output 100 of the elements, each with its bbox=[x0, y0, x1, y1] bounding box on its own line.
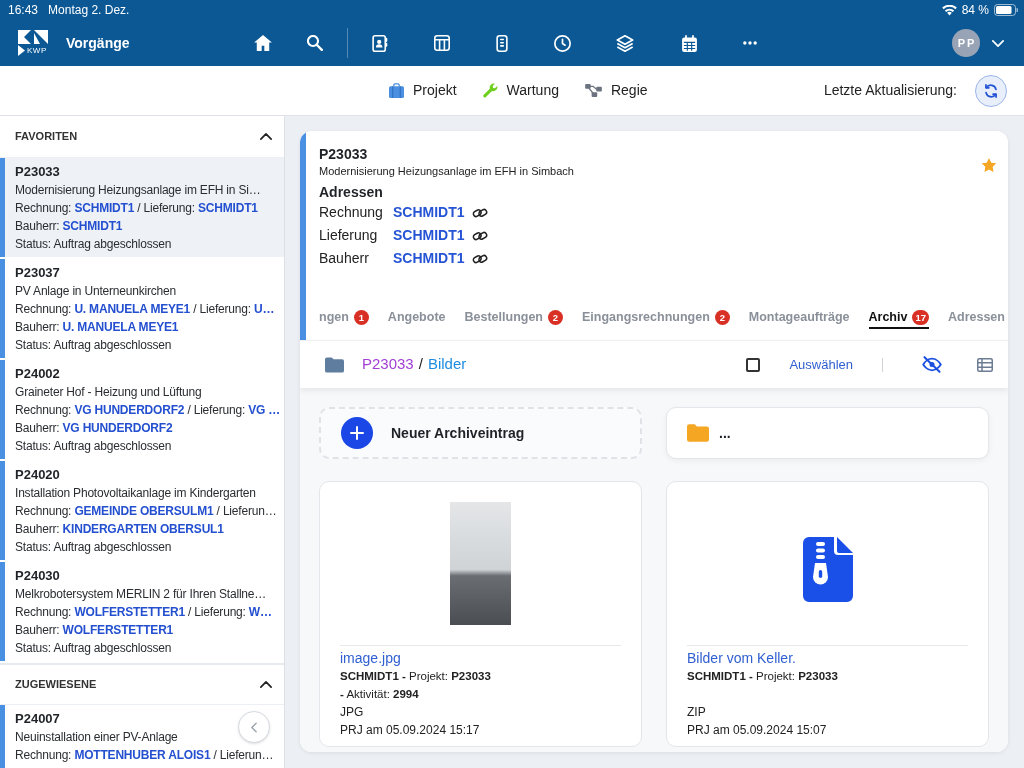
status-date: Montag 2. Dez. bbox=[48, 2, 130, 19]
tab[interactable]: Adressen bbox=[948, 308, 1005, 329]
new-entry-button[interactable]: Neuer Archiveintrag bbox=[319, 407, 642, 459]
project-title: Modernisierung Heizungsanlage im EFH in Si… bbox=[15, 182, 261, 199]
wrench-icon bbox=[482, 83, 498, 98]
nav-title: Vorgänge bbox=[66, 33, 130, 53]
list-view-icon[interactable] bbox=[977, 357, 993, 372]
file-name-link[interactable]: image.jpg bbox=[340, 649, 401, 667]
count-badge: 17 bbox=[912, 309, 929, 325]
refresh-button[interactable] bbox=[975, 74, 1007, 107]
wifi-icon bbox=[941, 4, 957, 16]
count-badge: 1 bbox=[353, 309, 369, 325]
file-type: JPG bbox=[340, 704, 364, 721]
count-badge: 2 bbox=[548, 309, 563, 325]
address-link[interactable]: SCHMIDT1 bbox=[393, 225, 465, 246]
eye-slash-icon[interactable] bbox=[922, 356, 942, 373]
refresh-icon bbox=[984, 83, 998, 98]
tab[interactable]: Eingangsrechnungen 2 bbox=[582, 308, 730, 329]
breadcrumb-separator: / bbox=[418, 354, 423, 375]
billing-line: Rechnung: SCHMIDT1 / Lieferung: SCHMIDT1 bbox=[15, 200, 258, 217]
project-number: P24007 bbox=[15, 710, 60, 728]
billing-line: Rechnung: GEMEINDE OBERSULM1 / Lieferun… bbox=[15, 503, 277, 520]
tab[interactable]: Montageaufträge bbox=[748, 308, 850, 329]
chain-link-icon[interactable] bbox=[471, 252, 488, 265]
address-link[interactable]: SCHMIDT1 bbox=[393, 202, 465, 223]
logo-icon bbox=[18, 30, 48, 44]
layers-icon[interactable] bbox=[615, 34, 634, 52]
owner-line: Bauherr: U. MANUELA MEYE1 bbox=[15, 319, 179, 336]
project-number: P24002 bbox=[15, 365, 60, 383]
star-filled-icon[interactable] bbox=[981, 157, 997, 173]
project-number: P24030 bbox=[15, 567, 60, 585]
project-title: Modernisierung Heizungsanlage im EFH in Simbach bbox=[319, 164, 574, 179]
search-icon[interactable] bbox=[306, 35, 323, 51]
address-link[interactable]: SCHMIDT1 bbox=[393, 248, 465, 269]
project-number: P23033 bbox=[15, 163, 60, 181]
table-columns-icon[interactable] bbox=[433, 35, 450, 51]
owner-line: Bauherr: VG HUNDERDORF2 bbox=[15, 420, 173, 437]
billing-line: Rechnung: VG HUNDERDORF2 / Lieferung: VG … bbox=[15, 402, 281, 419]
file-meta-line: SCHMIDT1 - Projekt: P23033 bbox=[687, 669, 838, 684]
address-label: Rechnung bbox=[319, 203, 384, 222]
calendar-icon[interactable] bbox=[681, 34, 697, 52]
breadcrumb-link[interactable]: P23033 bbox=[362, 353, 414, 376]
mobile-device-icon[interactable] bbox=[495, 34, 508, 52]
logo-triangle-icon bbox=[18, 45, 25, 56]
select-checkbox[interactable] bbox=[746, 357, 761, 372]
tab[interactable]: Archiv 17 bbox=[868, 308, 929, 329]
file-meta-line: SCHMIDT1 - Projekt: P23033 bbox=[340, 669, 491, 684]
chain-link-icon[interactable] bbox=[471, 206, 488, 219]
tab[interactable]: ngen 1 bbox=[319, 308, 369, 329]
file-card[interactable]: Bilder vom Keller. SCHMIDT1 - Projekt: P23033 ZIP PRJ am 05.09.2024 15:07 bbox=[666, 481, 989, 747]
tab[interactable]: Bestellungen 2 bbox=[464, 308, 563, 329]
file-created: PRJ am 05.09.2024 15:07 bbox=[687, 722, 827, 739]
billing-line: Rechnung: WOLFERSTETTER1 / Lieferung: W… bbox=[15, 604, 272, 621]
count-badge: 2 bbox=[714, 309, 730, 325]
tab[interactable]: Angebote bbox=[387, 308, 446, 329]
category-button[interactable]: Regie bbox=[584, 80, 648, 101]
file-meta-line: - Aktivität: 2994 bbox=[340, 687, 419, 702]
category-button[interactable]: Projekt bbox=[389, 80, 457, 101]
chevron-up-icon[interactable] bbox=[260, 133, 272, 140]
folder-tile[interactable]: ... bbox=[666, 407, 989, 459]
status-line: Status: Auftrag abgeschlossen bbox=[15, 337, 172, 354]
network-nodes-icon bbox=[584, 84, 602, 97]
project-title: Graineter Hof - Heizung und Lüftung bbox=[15, 384, 202, 401]
address-label: Bauherr bbox=[319, 249, 370, 268]
addresses-heading: Adressen bbox=[319, 183, 383, 201]
home-icon[interactable] bbox=[253, 35, 272, 51]
project-number: P23033 bbox=[319, 145, 368, 163]
status-line: Status: Auftrag abgeschlossen bbox=[15, 539, 172, 556]
zip-file-icon bbox=[802, 537, 853, 602]
last-update-label: Letzte Aktualisierung: bbox=[823, 81, 957, 100]
folder-icon bbox=[687, 424, 709, 442]
project-list-item[interactable]: P23033 Modernisierung Heizungsanlage im EFH in Si… Rechnung: SCHMIDT1 / Lieferung: SCHMIDT1 Bauherr: SCHMIDT1 Status: Auftrag abgeschlossen bbox=[0, 158, 284, 257]
logo-text: KWP bbox=[27, 45, 47, 56]
file-created: PRJ am 05.09.2024 15:17 bbox=[340, 722, 480, 739]
billing-line: Rechnung: U. MANUELA MEYE1 / Lieferung: U… bbox=[15, 301, 275, 318]
folder-icon bbox=[325, 356, 344, 373]
owner-line: Bauherr: WOLFERSTETTER1 bbox=[15, 622, 174, 639]
project-number: P23037 bbox=[15, 264, 60, 282]
owner-line: Bauherr: KINDERGARTEN OBERSUL1 bbox=[15, 521, 224, 538]
file-card[interactable]: image.jpg SCHMIDT1 - Projekt: P23033 - Aktivität: 2994 JPG PRJ am 05.09.2024 15:17 bbox=[319, 481, 642, 747]
clock-icon[interactable] bbox=[553, 34, 571, 52]
category-button[interactable]: Wartung bbox=[482, 80, 559, 101]
project-title: Neuinstallation einer PV-Anlage bbox=[15, 729, 178, 746]
status-line: Status: Auftrag abgeschlossen bbox=[15, 236, 172, 253]
select-link[interactable]: Auswählen bbox=[789, 354, 853, 375]
chevron-down-icon[interactable] bbox=[992, 39, 1004, 47]
battery-percentage: 84 % bbox=[961, 2, 989, 19]
status-time: 16:43 bbox=[8, 2, 39, 19]
billing-line: Rechnung: MOTTENHUBER ALOIS1 / Lieferun… bbox=[15, 747, 274, 764]
project-title: PV Anlage in Unterneunkirchen bbox=[15, 283, 176, 300]
section-title: ZUGEWIESENE bbox=[15, 677, 97, 693]
more-options-icon[interactable] bbox=[742, 41, 757, 45]
chevron-left-icon bbox=[251, 721, 257, 733]
breadcrumb-link[interactable]: Bilder bbox=[427, 353, 467, 376]
owner-line: Bauherr: SCHMIDT1 bbox=[15, 218, 123, 235]
address-book-icon[interactable] bbox=[371, 34, 388, 52]
chevron-up-icon[interactable] bbox=[260, 681, 272, 688]
section-title: FAVORITEN bbox=[15, 129, 78, 145]
chain-link-icon[interactable] bbox=[471, 229, 488, 242]
file-name-link[interactable]: Bilder vom Keller. bbox=[687, 649, 796, 667]
